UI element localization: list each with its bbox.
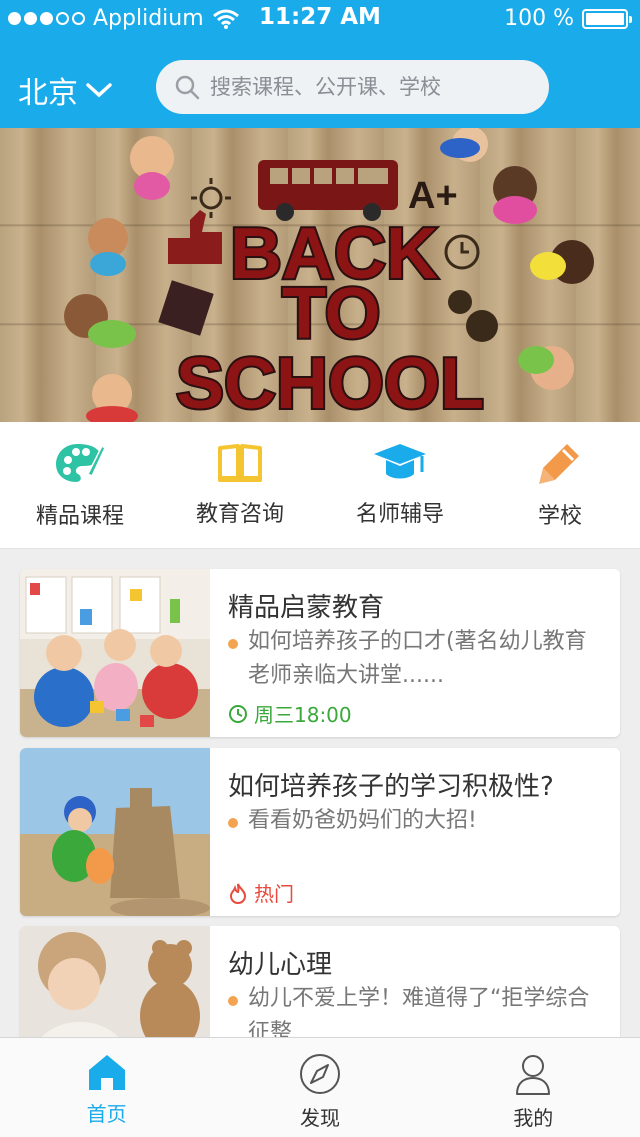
card-schedule: 周三18:00	[254, 703, 352, 727]
card-description: 看看奶爸奶妈们的大招!	[248, 808, 477, 833]
school-bus-icon	[258, 160, 398, 221]
thumbs-up-icon	[168, 210, 222, 264]
city-selector[interactable]: 北京	[18, 68, 112, 112]
chevron-down-icon	[86, 83, 112, 98]
banner-headline-2: TO	[282, 274, 381, 354]
home-icon	[88, 1055, 125, 1090]
clock-icon	[229, 704, 247, 723]
flame-icon	[229, 883, 247, 904]
bullet-dot-icon	[228, 818, 238, 828]
card-description-row: 如何培养孩子的口才(著名幼儿教育老师亲临大讲堂......	[228, 625, 608, 693]
tab-me[interactable]: 我的	[427, 1038, 640, 1137]
graduation-cap-icon	[374, 444, 426, 479]
category-label: 精品课程	[35, 504, 124, 529]
category-label: 名师辅导	[355, 502, 444, 527]
card-title: 幼儿心理	[228, 950, 333, 980]
search-icon	[175, 75, 200, 100]
card-tag: 热门	[254, 882, 294, 906]
tab-home[interactable]: 首页	[0, 1038, 213, 1137]
banner-headline-3: SCHOOL	[176, 344, 484, 422]
card-meta: 周三18:00	[228, 699, 352, 728]
category-tutoring[interactable]: 名师辅导	[320, 422, 480, 548]
banner-grade: A+	[408, 175, 458, 217]
palette-icon	[56, 444, 106, 482]
tab-discover[interactable]: 发现	[213, 1038, 426, 1137]
bullet-dot-icon	[228, 639, 238, 649]
city-label: 北京	[18, 76, 78, 111]
battery-percent: 100 %	[504, 6, 574, 31]
book-icon	[218, 444, 262, 482]
category-bar: 精品课程 教育咨询 名师辅导 学校	[0, 422, 640, 549]
tab-label: 首页	[86, 1102, 127, 1126]
sun-icon	[191, 178, 231, 218]
person-icon	[516, 1055, 551, 1095]
category-schools[interactable]: 学校	[480, 422, 640, 548]
bottom-tab-bar: 首页 发现 我的	[0, 1037, 640, 1137]
category-label: 学校	[537, 504, 582, 529]
search-bar[interactable]	[156, 60, 549, 114]
card-title: 如何培养孩子的学习积极性?	[228, 772, 554, 802]
tab-label: 发现	[299, 1106, 340, 1130]
card-title: 精品启蒙教育	[228, 593, 385, 623]
course-card[interactable]: 精品启蒙教育 如何培养孩子的口才(著名幼儿教育老师亲临大讲堂...... 周三1…	[20, 569, 620, 737]
status-bar: Applidium 11:27 AM 100 %	[0, 0, 640, 40]
promo-banner[interactable]: A+ BACK TO SCHOOL	[0, 128, 640, 422]
card-description: 如何培养孩子的口才(著名幼儿教育老师亲临大讲堂......	[248, 629, 587, 688]
kids-sandcastle-image	[20, 748, 210, 916]
category-label: 教育咨询	[195, 502, 284, 527]
gear-icon	[448, 290, 498, 342]
battery-icon	[582, 8, 632, 29]
category-premium-courses[interactable]: 精品课程	[0, 422, 160, 548]
card-description-row: 看看奶爸奶妈们的大招!	[228, 804, 608, 838]
tab-label: 我的	[513, 1106, 554, 1130]
app-header: Applidium 11:27 AM 100 % 北京	[0, 0, 640, 128]
compass-icon	[299, 1054, 340, 1094]
kids-playing-blocks-image	[20, 569, 210, 737]
category-education-consulting[interactable]: 教育咨询	[160, 422, 320, 548]
puzzle-icon	[158, 280, 214, 336]
bullet-dot-icon	[228, 996, 238, 1006]
card-meta: 热门	[228, 878, 294, 907]
alarm-clock-icon	[444, 234, 480, 270]
pencil-icon	[539, 444, 579, 484]
course-card[interactable]: 如何培养孩子的学习积极性? 看看奶爸奶妈们的大招! 热门	[20, 748, 620, 916]
search-input[interactable]	[208, 74, 532, 100]
